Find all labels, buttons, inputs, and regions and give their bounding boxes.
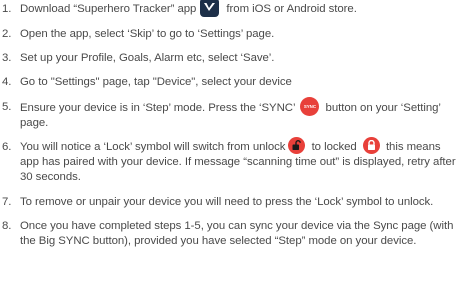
superhero-tracker-app-icon <box>200 0 220 17</box>
step-text: Open the app, select ‘Skip’ to go to ‘Se… <box>20 28 275 40</box>
instruction-list: 1. Download “Superhero Tracker” app from… <box>0 0 462 258</box>
step-number: 3. <box>2 52 12 65</box>
step-number: 1. <box>2 3 12 15</box>
step-text: Go to "Settings" page, tap "Device", sel… <box>20 76 292 89</box>
step-text: To remove or unpair your device you will… <box>20 195 434 208</box>
step-3: 3. Set up your Profile, Goals, Alarm etc… <box>0 51 462 66</box>
step-text-continued: from iOS or Android store. <box>223 3 357 15</box>
step-4: 4. Go to "Settings" page, tap "Device", … <box>0 75 462 90</box>
step-number: 5. <box>2 100 12 113</box>
step-text: Ensure your device is in ‘Step’ mode. Pr… <box>20 101 296 114</box>
step-7: 7. To remove or unpair your device you w… <box>0 195 462 210</box>
step-8: 8. Once you have completed steps 1-5, yo… <box>0 219 462 249</box>
step-text-continued: to locked <box>308 141 360 154</box>
step-text: Once you have completed steps 1-5, you c… <box>20 219 454 248</box>
step-number: 4. <box>2 76 12 89</box>
step-number: 8. <box>2 219 12 232</box>
step-1: 1. Download “Superhero Tracker” app from… <box>0 0 462 19</box>
step-2: 2. Open the app, select ‘Skip’ to go to … <box>0 27 462 42</box>
step-text: You will notice a ‘Lock’ symbol will swi… <box>20 141 286 154</box>
step-number: 7. <box>2 195 12 208</box>
sync-button-icon: SYNC <box>300 96 320 116</box>
step-text: Set up your Profile, Goals, Alarm etc, s… <box>20 52 275 65</box>
step-number: 6. <box>2 141 12 154</box>
locked-lock-icon <box>362 137 380 155</box>
step-number: 2. <box>2 28 12 40</box>
step-6: 6. You will notice a ‘Lock’ symbol will … <box>0 137 462 186</box>
step-text: Download “Superhero Tracker” app <box>20 3 197 15</box>
unlocked-lock-icon <box>288 137 306 155</box>
step-5: 5. Ensure your device is in ‘Step’ mode.… <box>0 96 462 131</box>
